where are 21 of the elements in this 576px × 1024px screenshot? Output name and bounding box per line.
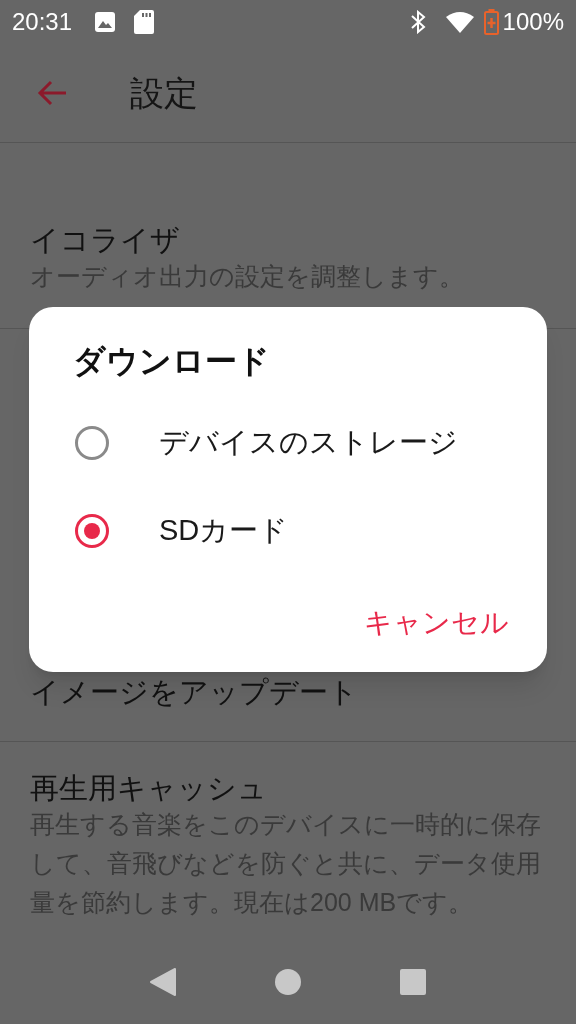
- radio-option[interactable]: SDカード: [29, 487, 547, 575]
- bluetooth-icon: [409, 10, 426, 34]
- battery-percentage: 100%: [502, 7, 564, 37]
- radio-button[interactable]: [75, 426, 109, 460]
- dialog-title: ダウンロード: [73, 342, 271, 381]
- screen-title: 設定: [130, 72, 198, 114]
- image-icon: [94, 11, 117, 33]
- setting-title: イコライザ: [30, 223, 181, 257]
- recents-nav-icon[interactable]: [399, 968, 428, 996]
- home-nav-icon[interactable]: [274, 968, 302, 996]
- radio-option[interactable]: デバイスのストレージ: [29, 399, 547, 487]
- sd-card-icon: [134, 10, 155, 34]
- setting-title: 再生用キャッシュ: [30, 771, 268, 805]
- radio-button[interactable]: [75, 514, 109, 548]
- back-nav-icon[interactable]: [148, 967, 177, 997]
- status-time: 20:31: [12, 7, 73, 37]
- cancel-button[interactable]: キャンセル: [362, 602, 511, 644]
- battery-icon: [483, 9, 499, 35]
- setting-title: イメージをアップデート: [30, 675, 359, 709]
- wifi-icon: [445, 11, 474, 33]
- back-arrow-icon: [36, 79, 68, 107]
